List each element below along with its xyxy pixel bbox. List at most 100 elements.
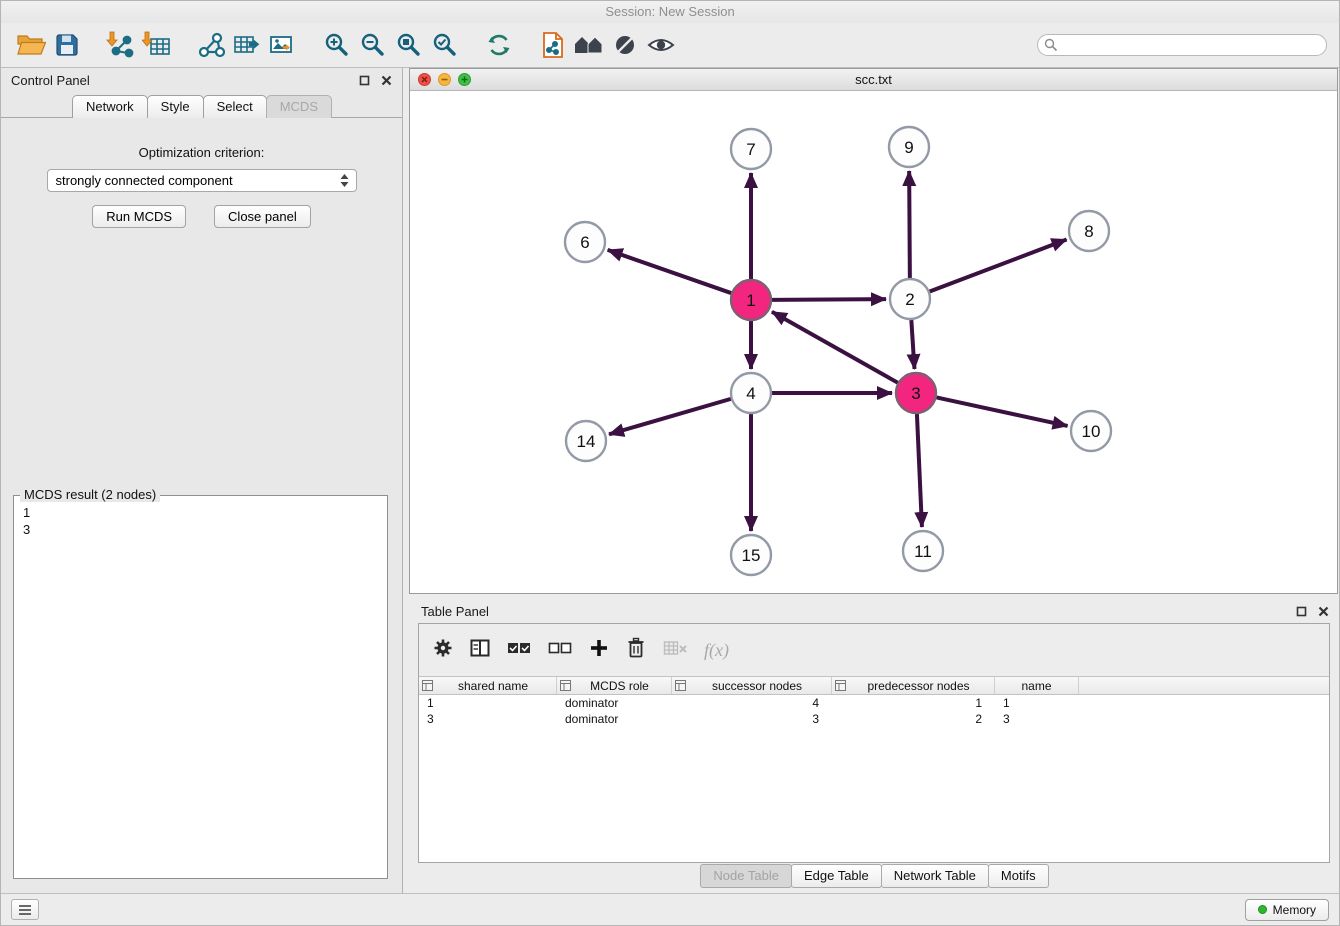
close-panel-button[interactable]: Close panel	[214, 205, 311, 228]
tab-mcds[interactable]: MCDS	[266, 95, 332, 118]
control-panel-title: Control Panel	[11, 73, 90, 88]
graph-edge-2-9[interactable]	[909, 171, 910, 278]
tab-node-table[interactable]: Node Table	[700, 864, 792, 888]
eye-icon[interactable]	[643, 28, 679, 62]
tab-network-table[interactable]: Network Table	[881, 864, 989, 888]
graph-edge-1-2[interactable]	[772, 299, 886, 300]
new-network-from-selection-icon[interactable]	[535, 28, 571, 62]
delete-column-icon[interactable]	[626, 637, 646, 664]
zoom-in-icon[interactable]	[319, 28, 355, 62]
tab-select[interactable]: Select	[203, 95, 267, 118]
svg-text:6: 6	[580, 233, 589, 252]
close-panel-icon[interactable]	[378, 72, 394, 88]
node-table-container: f(x) shared name MCDS role	[418, 623, 1330, 863]
graph-node-8[interactable]: 8	[1069, 211, 1109, 251]
column-header-successor-nodes[interactable]: successor nodes	[672, 677, 832, 694]
add-column-icon[interactable]	[589, 638, 609, 663]
column-header-shared-name[interactable]: shared name	[419, 677, 557, 694]
graph-node-6[interactable]: 6	[565, 222, 605, 262]
network-overview-icon[interactable]	[571, 28, 607, 62]
network-canvas[interactable]: 7 9 6 8 1 2 4 3 14 10 15 11	[410, 91, 1337, 593]
graph-node-10[interactable]: 10	[1071, 411, 1111, 451]
export-image-icon[interactable]	[265, 28, 301, 62]
table-cell: 1	[832, 695, 995, 711]
maximize-window-icon[interactable]	[458, 73, 471, 86]
result-item[interactable]: 1	[16, 504, 385, 521]
float-panel-icon[interactable]	[356, 72, 372, 88]
graph-node-11[interactable]: 11	[903, 531, 943, 571]
graph-node-15[interactable]: 15	[731, 535, 771, 575]
memory-button[interactable]: Memory	[1245, 899, 1329, 921]
list-icon	[18, 904, 32, 916]
table-panel-header: Table Panel	[409, 599, 1339, 623]
graph-node-2[interactable]: 2	[890, 279, 930, 319]
svg-text:14: 14	[577, 432, 596, 451]
graph-node-4[interactable]: 4	[731, 373, 771, 413]
table-cell: dominator	[557, 695, 672, 711]
control-panel: Control Panel Network Style Select MCDS …	[1, 68, 403, 893]
svg-text:15: 15	[742, 546, 761, 565]
network-icon[interactable]	[193, 28, 229, 62]
column-header-predecessor-nodes[interactable]: predecessor nodes	[832, 677, 995, 694]
network-window-titlebar: scc.txt	[410, 69, 1337, 91]
graph-node-1[interactable]: 1	[731, 280, 771, 320]
graph-node-9[interactable]: 9	[889, 127, 929, 167]
mcds-result-list: 13	[16, 504, 385, 876]
memory-status-icon	[1258, 905, 1267, 914]
zoom-out-icon[interactable]	[355, 28, 391, 62]
graph-edge-2-3[interactable]	[911, 320, 914, 369]
tab-motifs[interactable]: Motifs	[988, 864, 1049, 888]
export-table-icon[interactable]	[229, 28, 265, 62]
search-field[interactable]	[1037, 34, 1327, 56]
criterion-dropdown[interactable]: strongly connected component	[47, 169, 357, 192]
svg-text:1: 1	[746, 291, 755, 310]
graph-edge-3-11[interactable]	[917, 414, 922, 527]
memory-label: Memory	[1273, 903, 1316, 917]
import-network-icon[interactable]	[103, 28, 139, 62]
table-row[interactable]: 3dominator323	[419, 711, 1329, 727]
open-folder-icon[interactable]	[13, 28, 49, 62]
tab-edge-table[interactable]: Edge Table	[791, 864, 882, 888]
close-table-panel-icon[interactable]	[1315, 603, 1331, 619]
table-row[interactable]: 1dominator411	[419, 695, 1329, 711]
graph-node-7[interactable]: 7	[731, 129, 771, 169]
float-table-panel-icon[interactable]	[1293, 603, 1309, 619]
zoom-selected-icon[interactable]	[427, 28, 463, 62]
table-cell: 3	[672, 711, 832, 727]
table-cell: 1	[995, 695, 1079, 711]
minimize-window-icon[interactable]	[438, 73, 451, 86]
task-history-button[interactable]	[11, 899, 39, 920]
refresh-layout-icon[interactable]	[481, 28, 517, 62]
select-all-columns-icon[interactable]	[507, 639, 531, 662]
graph-edge-3-10[interactable]	[937, 397, 1068, 425]
graph-edge-3-1[interactable]	[772, 312, 898, 383]
graph-node-14[interactable]: 14	[566, 421, 606, 461]
graph-edge-4-14[interactable]	[609, 399, 731, 434]
criterion-value: strongly connected component	[48, 173, 338, 188]
unselect-all-columns-icon[interactable]	[548, 639, 572, 662]
save-icon[interactable]	[49, 28, 85, 62]
network-window-title: scc.txt	[410, 72, 1337, 87]
tab-network[interactable]: Network	[72, 95, 148, 118]
graph-edge-1-6[interactable]	[608, 250, 732, 293]
table-panel-tabs: Node Table Edge Table Network Table Moti…	[409, 864, 1339, 888]
tab-style[interactable]: Style	[147, 95, 204, 118]
table-cell: 2	[832, 711, 995, 727]
table-panel-title: Table Panel	[421, 604, 489, 619]
graph-edge-2-8[interactable]	[930, 240, 1067, 292]
graph-node-3[interactable]: 3	[896, 373, 936, 413]
run-mcds-button[interactable]: Run MCDS	[92, 205, 186, 228]
network-canvas-svg: 7 9 6 8 1 2 4 3 14 10 15 11	[410, 91, 1337, 593]
delete-table-icon[interactable]	[663, 639, 687, 662]
function-builder-icon[interactable]: f(x)	[704, 640, 729, 661]
column-header-mcds-role[interactable]: MCDS role	[557, 677, 672, 694]
search-input[interactable]	[1058, 36, 1326, 54]
import-table-icon[interactable]	[139, 28, 175, 62]
close-window-icon[interactable]	[418, 73, 431, 86]
gear-icon[interactable]	[433, 638, 453, 663]
result-item[interactable]: 3	[16, 521, 385, 538]
hide-details-icon[interactable]	[607, 28, 643, 62]
zoom-fit-icon[interactable]	[391, 28, 427, 62]
column-header-name[interactable]: name	[995, 677, 1079, 694]
columns-icon[interactable]	[470, 638, 490, 663]
